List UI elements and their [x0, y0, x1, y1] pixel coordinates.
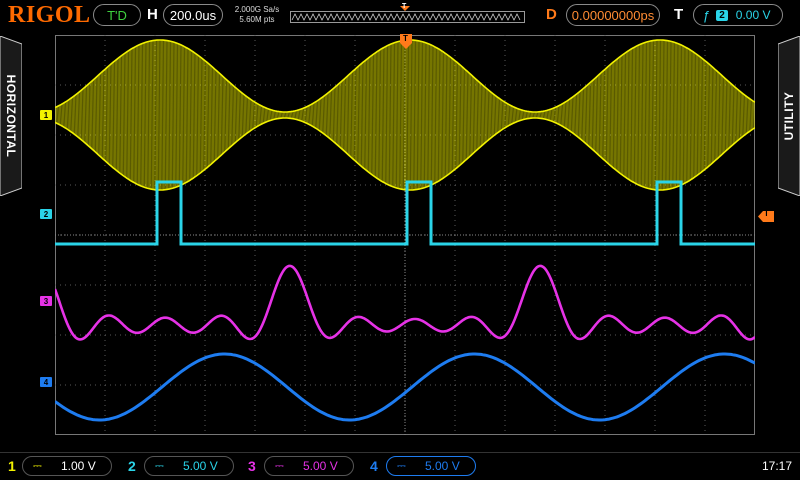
run-state-label: T'D [107, 7, 127, 23]
brand-logo: RIGOL [8, 2, 91, 28]
horizontal-label: H [147, 6, 158, 23]
sample-rate: 2.000G Sa/s [234, 5, 280, 14]
ch1-scale-box[interactable]: ⎓ 1.00 V [22, 456, 112, 476]
trigger-display[interactable]: ƒ 2 0.00 V [693, 4, 783, 26]
ch4-scale-value: 5.00 V [425, 459, 460, 473]
delay-display[interactable]: 0.00000000ps [566, 4, 660, 26]
horizontal-tab[interactable]: HORIZONTAL [0, 35, 23, 197]
system-clock: 17:17 [762, 459, 793, 473]
ch4-offset-marker[interactable]: 4 [40, 377, 52, 387]
memory-overview[interactable]: T [290, 3, 526, 24]
trigger-level-value: 0.00 V [735, 8, 771, 22]
delay-label: D [546, 6, 557, 23]
run-state-indicator[interactable]: T'D [93, 4, 141, 26]
ch1-number: 1 [8, 458, 16, 474]
horizontal-tab-label: HORIZONTAL [4, 74, 18, 158]
dc-coupling-icon: ⎓ [155, 459, 164, 472]
trigger-level-marker-label: T [764, 209, 769, 218]
timebase-display[interactable]: 200.0us [163, 4, 223, 26]
trigger-position-marker[interactable]: T [400, 34, 412, 50]
trigger-position-label: T [402, 3, 407, 10]
ch2-scale-value: 5.00 V [183, 459, 218, 473]
dc-coupling-icon: ⎓ [275, 459, 284, 472]
ch2-number: 2 [128, 458, 136, 474]
memory-depth: 5.60M pts [239, 15, 275, 24]
trigger-position-marker-label: T [403, 34, 408, 43]
trigger-level-marker[interactable]: T [758, 209, 774, 222]
ch1-scale-value: 1.00 V [61, 459, 96, 473]
timebase-value: 200.0us [169, 7, 217, 23]
rising-edge-icon: ƒ [703, 7, 711, 23]
memory-overview-waveform [290, 6, 525, 23]
ch3-scale-value: 5.00 V [303, 459, 338, 473]
delay-value: 0.00000000ps [571, 7, 655, 23]
ch3-offset-marker[interactable]: 3 [40, 296, 52, 306]
ch2-scale-box[interactable]: ⎓ 5.00 V [144, 456, 234, 476]
ch3-scale-box[interactable]: ⎓ 5.00 V [264, 456, 354, 476]
ch4-scale-box[interactable]: ⎓ 5.00 V [386, 456, 476, 476]
ch1-offset-marker[interactable]: 1 [40, 110, 52, 120]
top-status-bar: RIGOL T'D H 200.0us 2.000G Sa/s 5.60M pt… [0, 0, 800, 30]
dc-coupling-icon: ⎓ [397, 459, 406, 472]
waveform-display[interactable] [53, 35, 756, 435]
trigger-source-badge: 2 [716, 9, 728, 21]
trigger-label: T [674, 6, 684, 23]
acquisition-info: 2.000G Sa/s 5.60M pts [228, 5, 286, 25]
dc-coupling-icon: ⎓ [33, 459, 42, 472]
ch3-number: 3 [248, 458, 256, 474]
utility-tab[interactable]: UTILITY [777, 35, 800, 197]
ch4-number: 4 [370, 458, 378, 474]
waveform-graticule [53, 35, 756, 435]
utility-tab-label: UTILITY [782, 91, 796, 141]
ch2-offset-marker[interactable]: 2 [40, 209, 52, 219]
